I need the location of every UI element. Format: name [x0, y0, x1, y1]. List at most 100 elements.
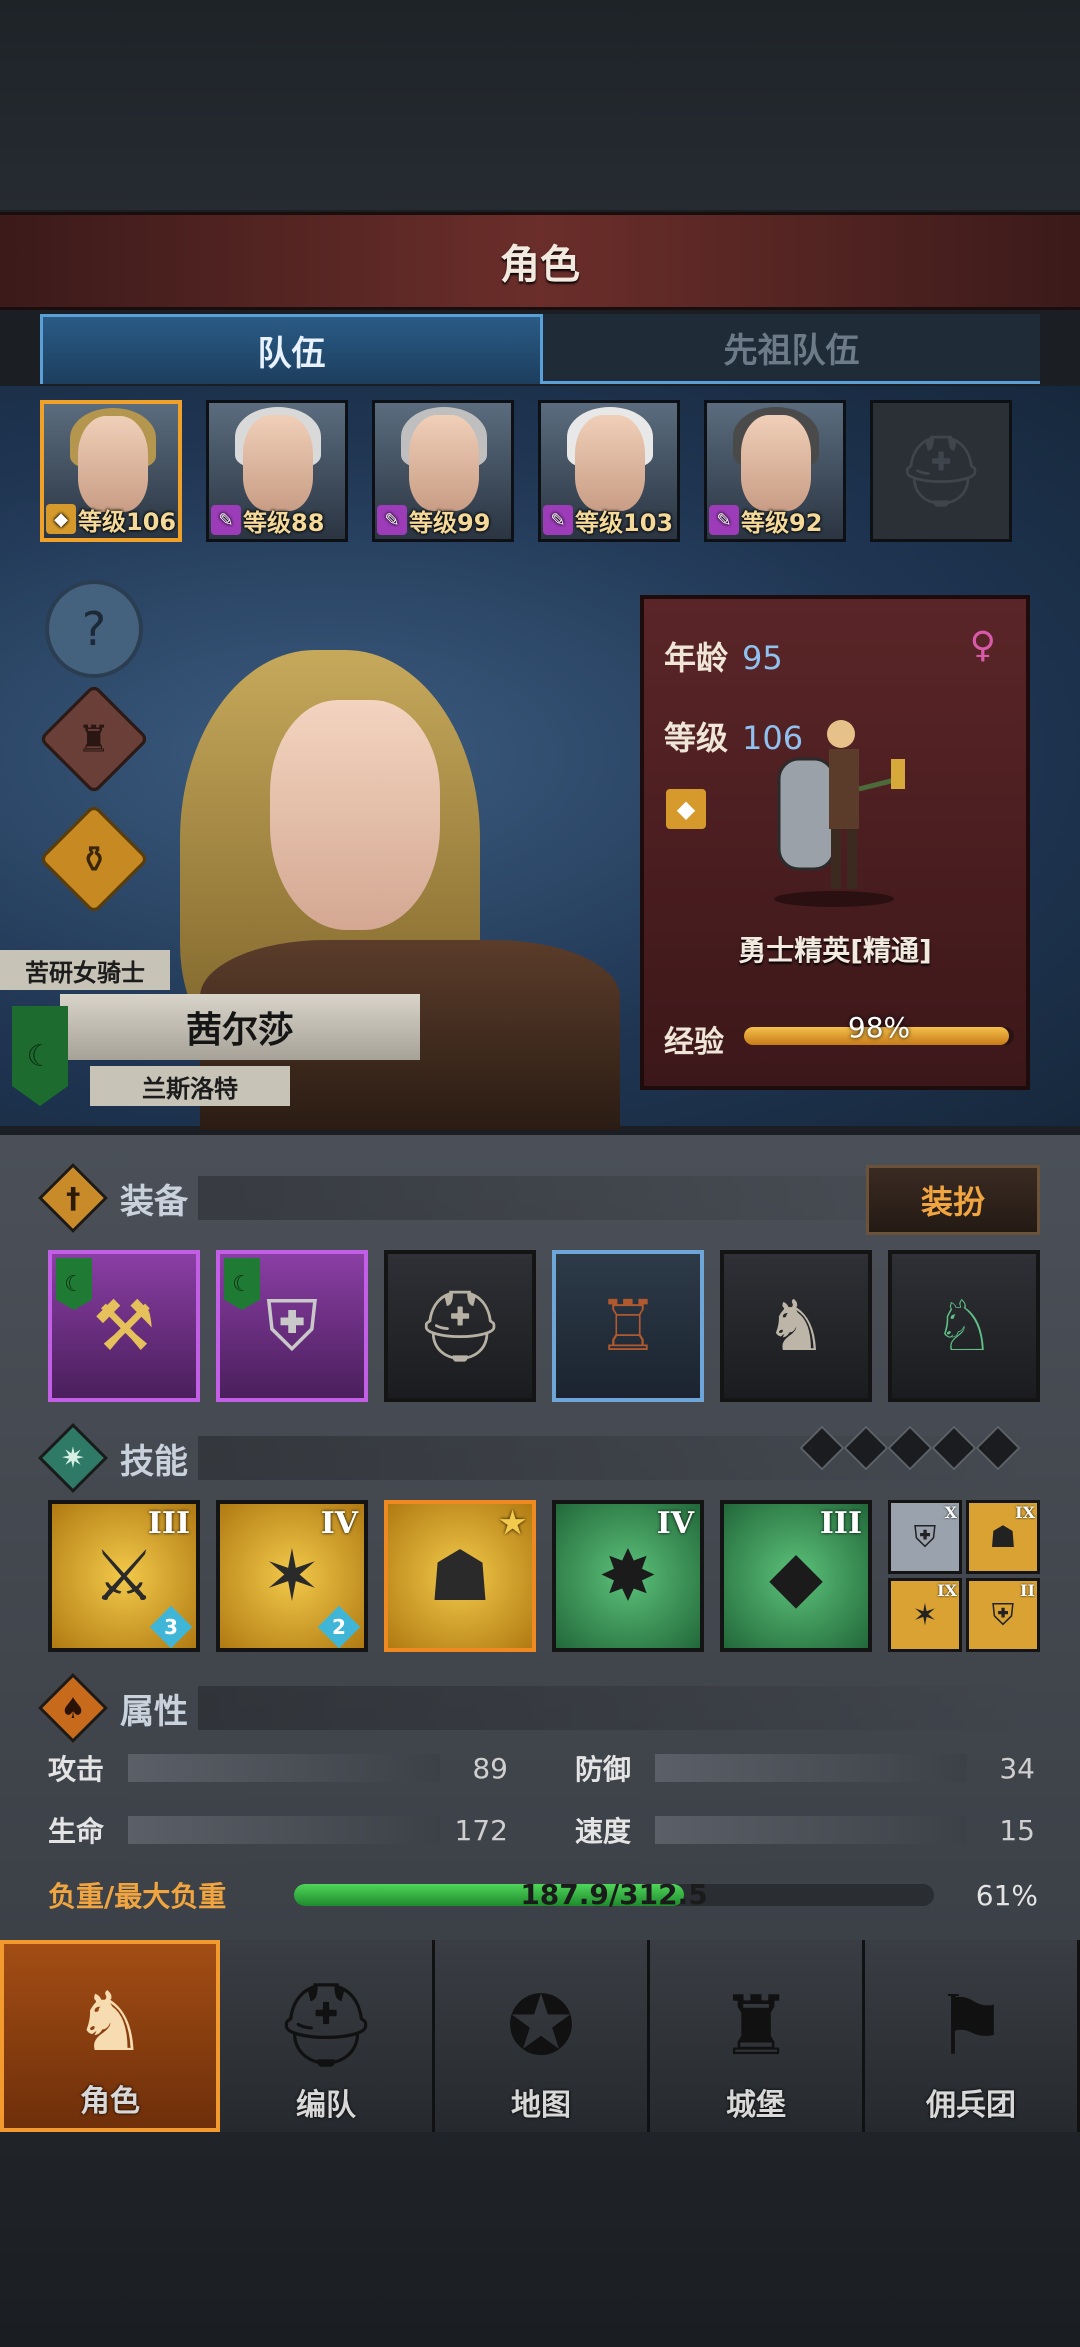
nav-character[interactable]: ♞ 角色 — [0, 1940, 220, 2132]
help-button[interactable]: ? — [45, 580, 143, 678]
skill-slot-1[interactable]: ⚔ III 3 — [48, 1500, 200, 1652]
hammer-weapon-icon: ⚒ — [92, 1285, 156, 1367]
stat-health: 生命 172 — [48, 1808, 508, 1852]
stat-attack: 攻击 89 — [48, 1746, 508, 1790]
roster-level: ✎ 等级88 — [211, 503, 324, 537]
portrait-face — [575, 415, 645, 511]
character-name[interactable]: 茜尔莎 — [60, 994, 420, 1060]
class-badge-icon: ✎ — [211, 505, 241, 535]
passive-skill-1[interactable]: ⛨ X — [888, 1500, 962, 1574]
roster-slot-4[interactable]: ✎ 等级103 — [538, 400, 680, 542]
bottom-safe-area — [0, 2132, 1080, 2347]
stat-value: 15 — [999, 1813, 1035, 1847]
roster-slot-empty[interactable]: ⛑ — [870, 400, 1012, 542]
horse-mount-icon: ♘ — [932, 1285, 996, 1367]
nav-formation[interactable]: ⛑ 编队 — [220, 1940, 435, 2132]
skill-slot-4[interactable]: ✸ IV — [552, 1500, 704, 1652]
nav-label: 地图 — [511, 2088, 571, 2123]
nav-map[interactable]: ✪ 地图 — [435, 1940, 650, 2132]
passive-skill-3[interactable]: ✶ IX — [888, 1578, 962, 1652]
attributes-header: ♠ 属性 — [37, 1672, 1040, 1744]
equip-slot-helmet[interactable]: ⛑ — [384, 1250, 536, 1402]
passive-shield-icon: ⛨ — [913, 1519, 937, 1555]
nav-label: 编队 — [296, 2088, 356, 2123]
portrait-face — [741, 415, 811, 511]
star-icon: ★ — [499, 1506, 526, 1541]
mercenary-icon: ⚑ — [934, 1979, 1008, 2074]
equip-slot-mount[interactable]: ♘ — [888, 1250, 1040, 1402]
attributes-section-icon: ♠ — [37, 1672, 109, 1744]
skill-charges-badge: 3 — [149, 1605, 193, 1649]
skills-row: ⚔ III 3 ✶ IV 2 ☗ ★ ✸ IV ◆ III ⛨ X ☗ IX ✶… — [48, 1500, 1042, 1652]
unit-figure — [774, 720, 905, 907]
passive-guard-icon: ⛨ — [991, 1597, 1015, 1633]
skills-section-icon: ✷ — [37, 1422, 109, 1494]
portrait-face — [78, 416, 148, 512]
boots-icon: ♞ — [764, 1285, 828, 1367]
load-value: 187.9/312.5 — [520, 1878, 708, 1911]
class-badge-icon: ✎ — [377, 505, 407, 535]
load-label: 负重/最大负重 — [48, 1880, 227, 1913]
character-nameplate: 苦研女骑士 茜尔莎 兰斯洛特 ☾ — [0, 950, 430, 1120]
roster-slot-1[interactable]: ◆ 等级106 — [40, 400, 182, 542]
character-house: 兰斯洛特 — [90, 1066, 290, 1106]
castle-icon: ♜ — [719, 1979, 793, 2074]
exp-label: 经验 — [664, 1025, 724, 1060]
roster-level: ◆ 等级106 — [46, 502, 176, 536]
bottom-navigation: ♞ 角色 ⛑ 编队 ✪ 地图 ♜ 城堡 ⚑ 佣兵团 — [0, 1940, 1080, 2132]
nav-label: 佣兵团 — [926, 2088, 1016, 2123]
skill-slot-2[interactable]: ✶ IV 2 — [216, 1500, 368, 1652]
roster-slot-2[interactable]: ✎ 等级88 — [206, 400, 348, 542]
stat-defense: 防御 34 — [575, 1746, 1035, 1790]
screen-title-bar: 角色 — [0, 212, 1080, 310]
equip-slot-boots[interactable]: ♞ — [720, 1250, 872, 1402]
house-flag-icon: ☾ — [56, 1258, 92, 1310]
skill-rank: III — [819, 1506, 862, 1541]
roster-slot-3[interactable]: ✎ 等级99 — [372, 400, 514, 542]
help-icon: ? — [81, 602, 107, 656]
passive-skill-4[interactable]: ⛨ II — [966, 1578, 1040, 1652]
portrait-face — [243, 415, 313, 511]
level-label: 等级 — [664, 719, 729, 757]
skill-rank: IV — [656, 1506, 694, 1541]
skill-slot-5[interactable]: ◆ III — [720, 1500, 872, 1652]
skill-rank: III — [147, 1506, 190, 1541]
equip-slot-armor[interactable]: ♖ — [552, 1250, 704, 1402]
helmet-icon: ⛑ — [415, 1284, 505, 1367]
passive-skill-2[interactable]: ☗ IX — [966, 1500, 1040, 1574]
nav-mercenary[interactable]: ⚑ 佣兵团 — [865, 1940, 1080, 2132]
roster-slot-5[interactable]: ✎ 等级92 — [704, 400, 846, 542]
shield-icon: ⛨ — [265, 1284, 319, 1367]
passive-broken-shield-icon: ☗ — [989, 1519, 1017, 1555]
stat-label: 攻击 — [48, 1753, 105, 1786]
stat-label: 防御 — [575, 1753, 632, 1786]
tab-ancestor-team[interactable]: 先祖队伍 — [543, 314, 1040, 384]
nav-castle[interactable]: ♜ 城堡 — [650, 1940, 865, 2132]
age-label: 年龄 — [664, 639, 729, 677]
carry-weight-row: 负重/最大负重 187.9/312.5 61% — [48, 1870, 1038, 1920]
compass-map-icon: ✪ — [506, 1979, 576, 2074]
page-title: 角色 — [500, 242, 580, 288]
skill-rank: IV — [320, 1506, 358, 1541]
house-flag-icon: ☾ — [224, 1258, 260, 1310]
skill-point-diamond-icon — [931, 1425, 977, 1471]
shield-sword-skill-icon: ⚔ — [92, 1535, 156, 1617]
passive-crack-icon: ✶ — [912, 1597, 938, 1633]
passive-rank: IX — [1015, 1503, 1035, 1522]
helmet-formation-icon: ⛑ — [273, 1978, 379, 2073]
team-tabs: 队伍 先祖队伍 — [40, 314, 1040, 384]
skill-slot-3[interactable]: ☗ ★ — [384, 1500, 536, 1652]
stat-speed: 速度 15 — [575, 1808, 1035, 1852]
equip-slot-weapon[interactable]: ☾ ⚒ — [48, 1250, 200, 1402]
tab-team[interactable]: 队伍 — [40, 314, 543, 384]
equip-slot-shield[interactable]: ☾ ⛨ — [216, 1250, 368, 1402]
crystal-skill-icon: ◆ — [769, 1535, 823, 1617]
stat-value: 34 — [999, 1751, 1035, 1785]
attributes-label: 属性 — [120, 1691, 188, 1732]
outfit-button[interactable]: 装扮 — [866, 1165, 1040, 1235]
shatter-skill-icon: ✶ — [262, 1535, 322, 1617]
dragon-shield-skill-icon: ☗ — [428, 1535, 492, 1617]
class-badge-icon: ◆ — [666, 789, 706, 829]
passive-skills-grid: ⛨ X ☗ IX ✶ IX ⛨ II — [888, 1500, 1040, 1652]
stat-bar — [128, 1754, 440, 1782]
